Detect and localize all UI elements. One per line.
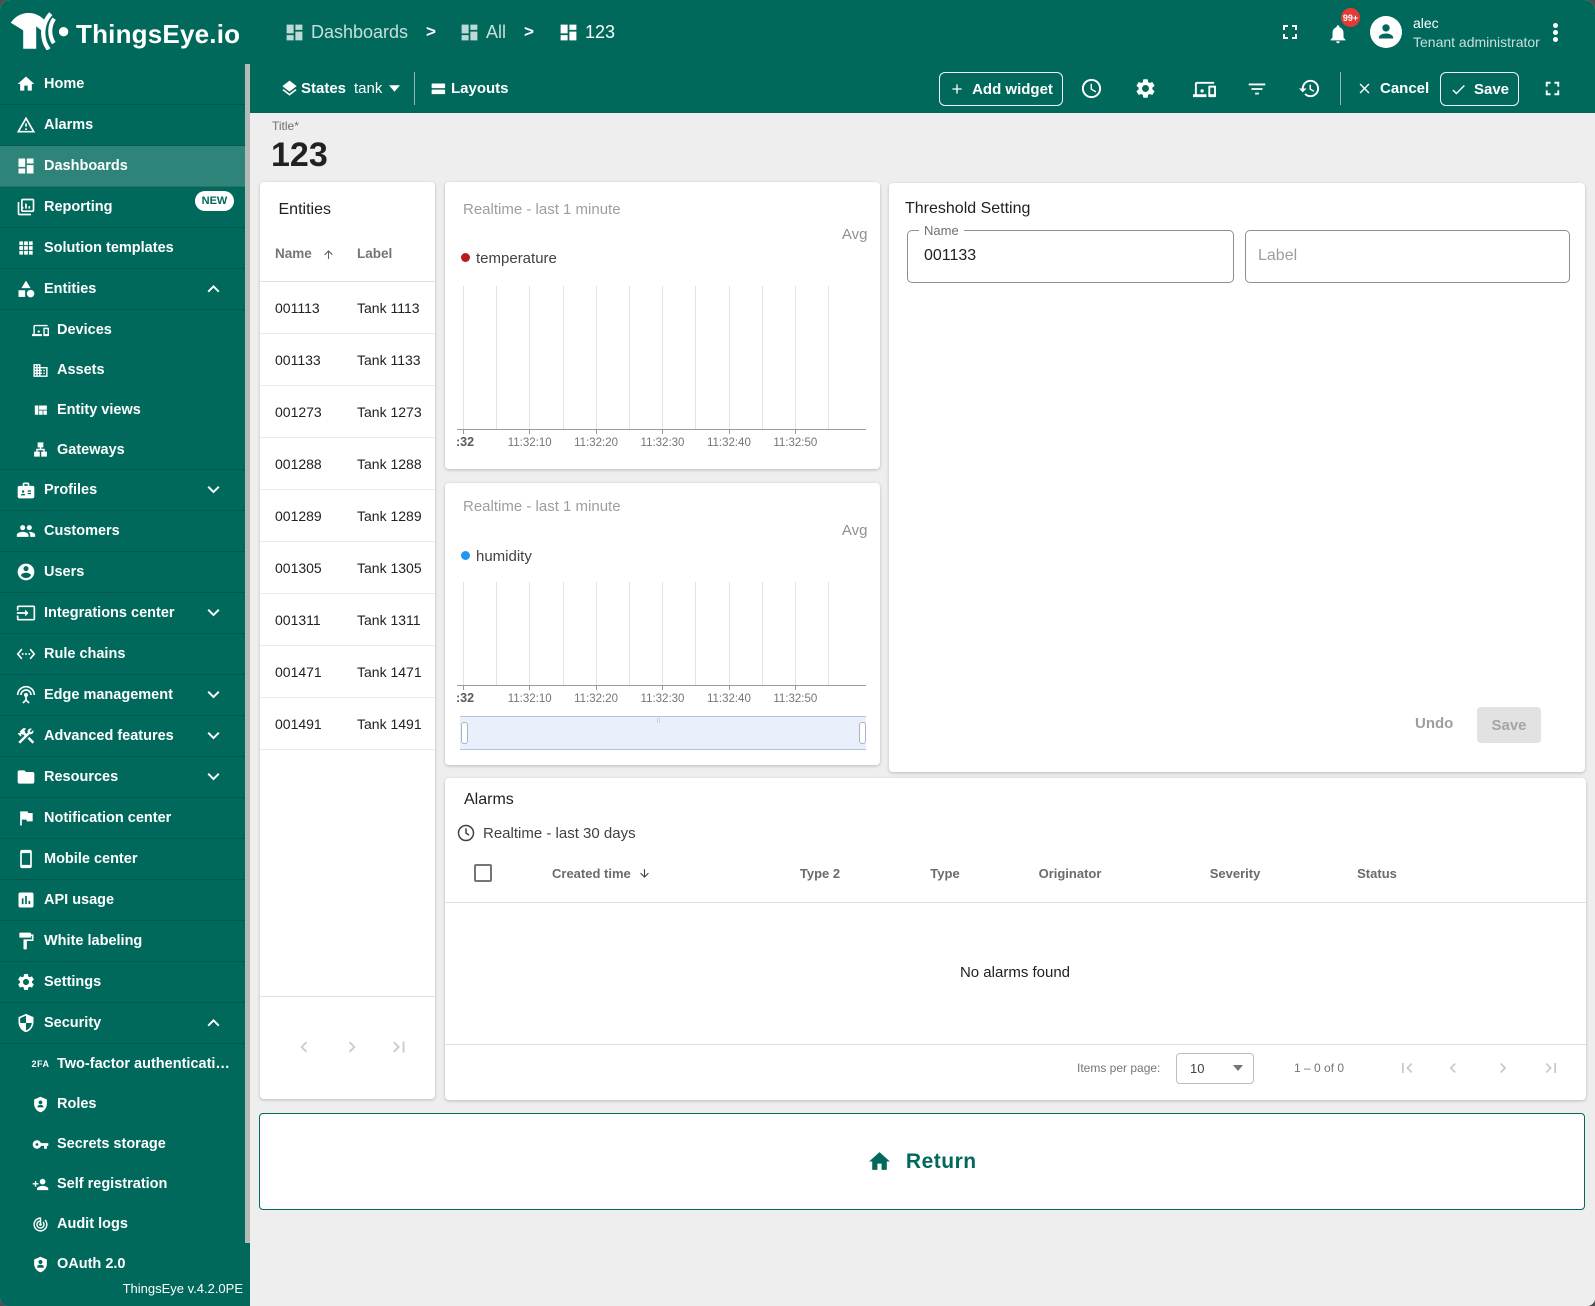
svg-text:11:32:30: 11:32:30 bbox=[641, 437, 685, 449]
svg-text::32: :32 bbox=[456, 435, 474, 449]
svg-text::32: :32 bbox=[456, 691, 474, 705]
svg-text:11:32:50: 11:32:50 bbox=[773, 437, 817, 449]
svg-text:11:32:10: 11:32:10 bbox=[508, 693, 552, 705]
svg-text:11:32:30: 11:32:30 bbox=[641, 693, 685, 705]
svg-text:11:32:20: 11:32:20 bbox=[574, 693, 618, 705]
svg-text:11:32:40: 11:32:40 bbox=[707, 693, 751, 705]
svg-text:11:32:20: 11:32:20 bbox=[574, 437, 618, 449]
svg-text:11:32:10: 11:32:10 bbox=[508, 437, 552, 449]
svg-text:11:32:40: 11:32:40 bbox=[707, 437, 751, 449]
svg-text:11:32:50: 11:32:50 bbox=[773, 693, 817, 705]
